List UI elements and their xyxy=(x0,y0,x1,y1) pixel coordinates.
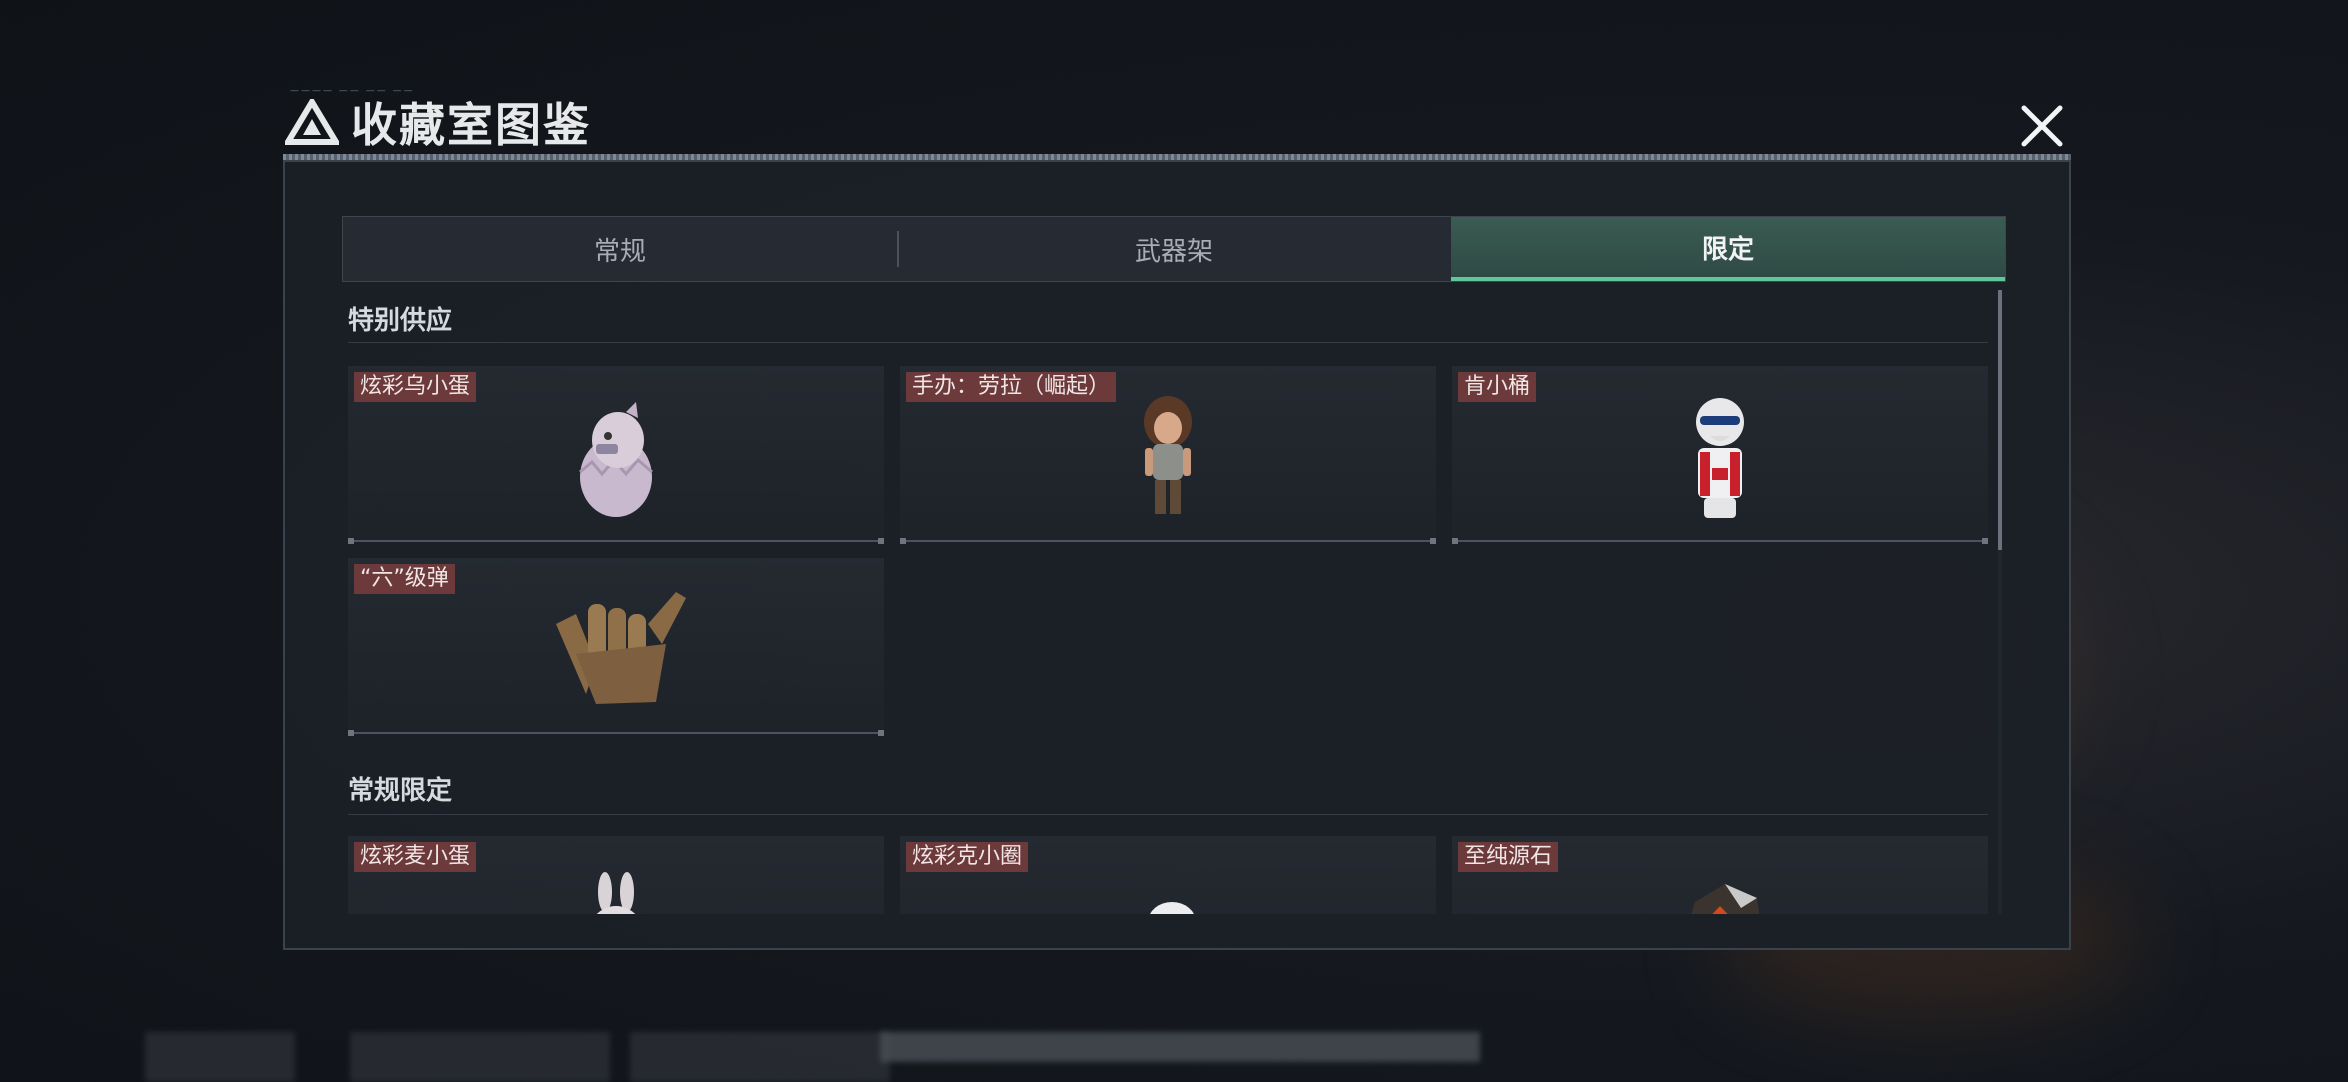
blurred-footer xyxy=(880,1032,1480,1062)
lara-figure-icon xyxy=(1144,396,1192,514)
section-title-regular-limited: 常规限定 xyxy=(348,776,453,806)
triangle-logo-icon xyxy=(285,99,339,145)
card-corner xyxy=(1430,538,1436,544)
collection-card[interactable]: “六”级弹 xyxy=(348,558,884,736)
collection-card[interactable]: 手办：劳拉（崛起） xyxy=(900,366,1436,544)
blurred-footer xyxy=(145,1032,295,1082)
card-label: 炫彩乌小蛋 xyxy=(354,372,477,402)
blurred-footer xyxy=(630,1032,890,1082)
hat-figure-icon xyxy=(1150,902,1194,914)
tab-bar: 常规 武器架 限定 xyxy=(342,216,2006,282)
kfc-bucket-figure-icon xyxy=(1696,398,1744,518)
section-divider xyxy=(348,342,1988,343)
window-header: 收藏室图鉴 xyxy=(285,92,591,152)
card-label: 手办：劳拉（崛起） xyxy=(906,372,1117,402)
card-label: 肯小桶 xyxy=(1458,372,1537,402)
card-corner xyxy=(1452,538,1458,544)
hand-gesture-icon xyxy=(556,592,686,704)
card-label: “六”级弹 xyxy=(354,564,455,594)
card-corner xyxy=(348,538,354,544)
collection-list[interactable]: 特别供应 炫彩乌小蛋 手办：劳拉（崛起） 肯小桶 “六”级弹 常规限定 炫彩麦小… xyxy=(342,290,1992,914)
collection-card[interactable]: 炫彩乌小蛋 xyxy=(348,366,884,544)
collection-card[interactable]: 肯小桶 xyxy=(1452,366,1988,544)
tab-limited[interactable]: 限定 xyxy=(1451,217,2005,281)
rabbit-egg-icon xyxy=(596,872,636,914)
section-divider xyxy=(348,814,1988,815)
tab-weapon-rack[interactable]: 武器架 xyxy=(897,217,1451,281)
scrollbar-thumb[interactable] xyxy=(1998,290,2002,550)
close-icon xyxy=(2021,105,2063,147)
card-corner xyxy=(1982,538,1988,544)
card-label: 炫彩麦小蛋 xyxy=(354,842,477,872)
source-stone-icon xyxy=(1691,884,1760,914)
card-label: 至纯源石 xyxy=(1458,842,1559,872)
window-title: 收藏室图鉴 xyxy=(351,98,591,152)
hatching-egg-creature-icon xyxy=(579,402,653,517)
collection-card[interactable]: 炫彩麦小蛋 xyxy=(348,836,884,914)
blurred-footer xyxy=(350,1032,610,1082)
card-corner xyxy=(878,538,884,544)
card-corner xyxy=(348,730,354,736)
tab-regular[interactable]: 常规 xyxy=(343,217,897,281)
close-button[interactable] xyxy=(2012,96,2072,156)
card-label: 炫彩克小圈 xyxy=(906,842,1029,872)
card-corner xyxy=(900,538,906,544)
card-corner xyxy=(878,730,884,736)
section-title-special-supply: 特别供应 xyxy=(348,306,453,336)
collection-card[interactable]: 炫彩克小圈 xyxy=(900,836,1436,914)
collection-card[interactable]: 至纯源石 xyxy=(1452,836,1988,914)
scrollbar[interactable] xyxy=(1998,290,2002,914)
